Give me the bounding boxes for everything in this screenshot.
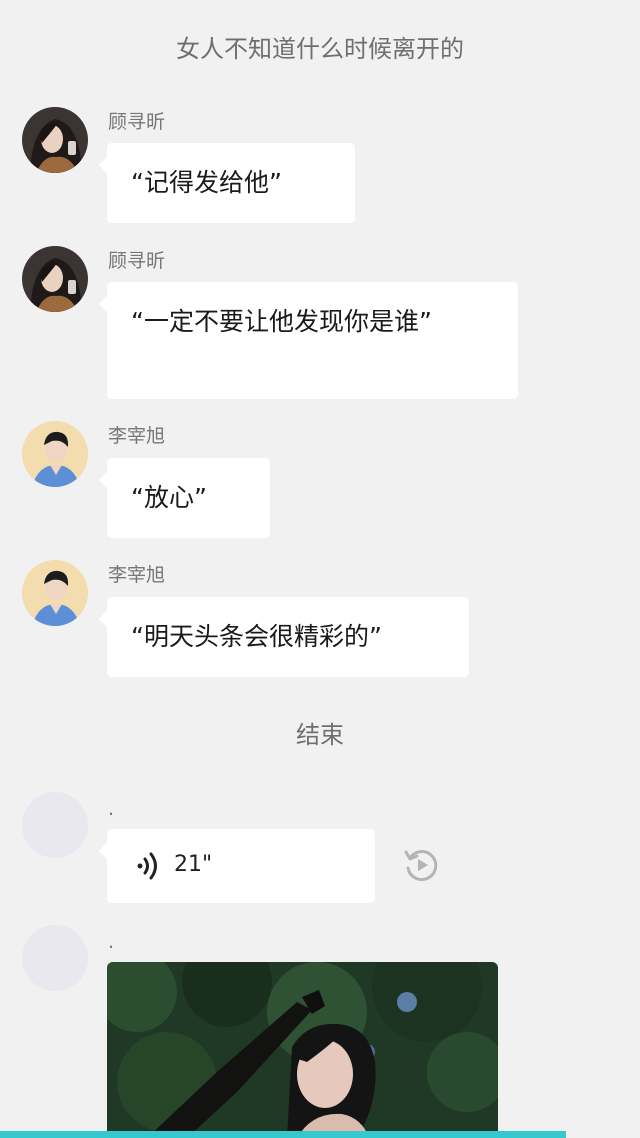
sender-name: 顾寻昕 <box>108 111 166 133</box>
message-text: “一定不要让他发现你是谁” <box>131 307 432 336</box>
man-avatar[interactable] <box>22 560 88 626</box>
message-bubble[interactable]: “一定不要让他发现你是谁” <box>99 282 518 399</box>
voice-duration: 21" <box>174 852 213 877</box>
progress-bar <box>0 1131 566 1138</box>
message-bubble[interactable]: “明天头条会很精彩的” <box>99 597 469 677</box>
intro-narration: 女人不知道什么时候离开的 <box>176 35 464 63</box>
replay-icon[interactable] <box>402 846 440 884</box>
placeholder-avatar[interactable] <box>22 925 88 991</box>
sender-name: 李宰旭 <box>108 425 166 447</box>
photo-image[interactable] <box>107 962 498 1138</box>
end-narration: 结束 <box>296 721 344 749</box>
sender-name: . <box>108 931 115 953</box>
message-text: “明天头条会很精彩的” <box>131 622 382 651</box>
message-bubble[interactable]: “记得发给他” <box>99 143 355 223</box>
message-bubble[interactable]: “放心” <box>99 458 270 538</box>
woman-avatar[interactable] <box>22 246 88 312</box>
placeholder-avatar[interactable] <box>22 792 88 858</box>
message-text: “放心” <box>131 483 207 512</box>
message-text: “记得发给他” <box>131 168 282 197</box>
voice-wave-icon <box>137 852 157 880</box>
voice-message-bubble[interactable]: 21" <box>99 829 375 903</box>
woman-avatar[interactable] <box>22 107 88 173</box>
sender-name: 顾寻昕 <box>108 250 166 272</box>
sender-name: 李宰旭 <box>108 564 166 586</box>
man-avatar[interactable] <box>22 421 88 487</box>
sender-name: . <box>108 798 115 820</box>
